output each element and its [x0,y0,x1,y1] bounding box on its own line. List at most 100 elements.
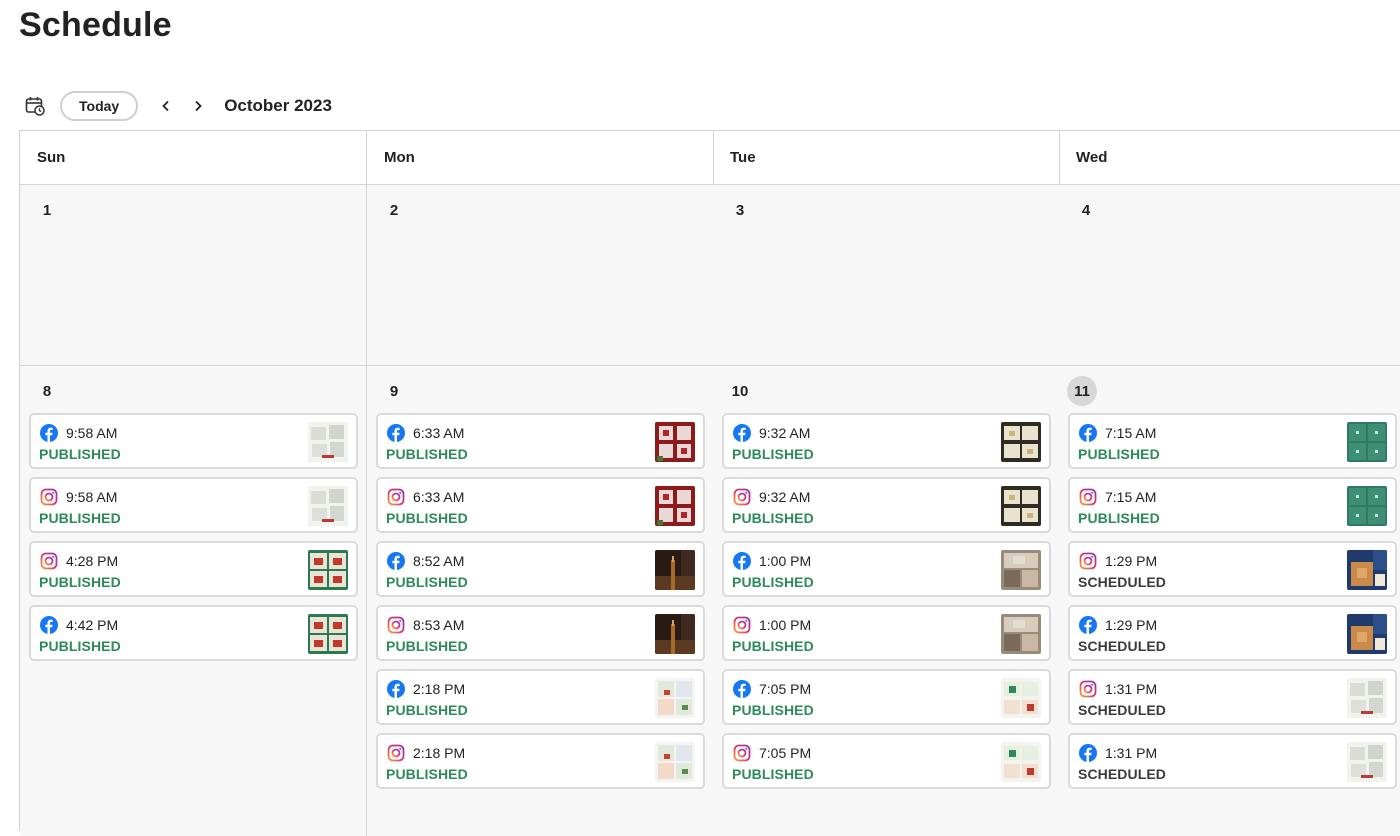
post-thumbnail [655,486,695,526]
post-thumbnail [655,422,695,462]
thumbnail-detail [1375,450,1378,453]
thumbnail-detail [1368,681,1383,695]
post-card[interactable]: 2:18 PM PUBLISHED [376,733,705,789]
weekday-header-wed: Wed [1059,131,1400,184]
thumbnail-detail [1356,450,1359,453]
post-time: 4:28 PM [66,553,119,569]
chevron-left-icon[interactable] [154,94,178,118]
post-thumbnail [655,550,695,590]
thumbnail-detail [663,494,669,500]
thumbnail-detail [676,745,692,761]
facebook-icon [40,616,58,634]
post-card[interactable]: 4:42 PM PUBLISHED [29,605,358,661]
day-cell[interactable]: 1 [20,185,367,365]
post-card[interactable]: 8:52 AM PUBLISHED [376,541,705,597]
day-number: 10 [731,382,749,400]
instagram-icon [387,744,405,762]
post-status: PUBLISHED [386,638,468,654]
thumbnail-detail [1022,426,1038,440]
post-card[interactable]: 1:00 PM PUBLISHED [722,541,1051,597]
thumbnail-detail [1009,750,1016,757]
day-cell[interactable]: 4 [1059,185,1400,365]
chevron-right-icon[interactable] [186,94,210,118]
post-thumbnail [655,678,695,718]
calendar-clock-icon[interactable] [24,95,46,117]
thumbnail-detail [1375,638,1385,650]
thumbnail-detail [322,519,334,522]
post-card[interactable]: 9:32 AM PUBLISHED [722,477,1051,533]
post-card[interactable]: 1:29 PM SCHEDULED [1068,605,1397,661]
post-status: PUBLISHED [732,638,814,654]
post-status: PUBLISHED [732,702,814,718]
thumbnail-detail [1373,550,1387,570]
post-card[interactable]: 8:53 AM PUBLISHED [376,605,705,661]
thumbnail-detail [682,769,688,774]
day-cell[interactable]: 2 [367,185,714,365]
post-card[interactable]: 9:58 AM PUBLISHED [29,413,358,469]
thumbnail-detail [677,426,691,440]
thumbnail-detail [681,550,695,576]
day-cell[interactable]: 11 7:15 AM PUBLISHED 7:15 AM PUBLISHED 1:29 P… [1059,366,1400,836]
post-card[interactable]: 1:31 PM SCHEDULED [1068,669,1397,725]
post-card[interactable]: 6:33 AM PUBLISHED [376,477,705,533]
day-cell[interactable]: 8 9:58 AM PUBLISHED 9:58 AM PUBLISHED 4:28 PM… [20,366,367,836]
thumbnail-detail [333,640,342,647]
thumbnail-detail [681,614,695,640]
post-status: PUBLISHED [732,446,814,462]
thumbnail-detail [1004,634,1020,651]
thumbnail-detail [1004,508,1020,522]
day-cell[interactable]: 10 9:32 AM PUBLISHED 9:32 AM PUBLISHED 1:00 P… [713,366,1060,836]
thumbnail-detail [1375,574,1385,586]
thumbnail-detail [677,490,691,504]
post-card[interactable]: 6:33 AM PUBLISHED [376,413,705,469]
thumbnail-detail [1027,704,1034,711]
thumbnail-detail [311,427,326,440]
post-card[interactable]: 2:18 PM PUBLISHED [376,669,705,725]
thumbnail-detail [672,556,674,562]
day-cell[interactable]: 9 6:33 AM PUBLISHED 6:33 AM PUBLISHED 8:52 AM… [367,366,714,836]
post-card[interactable]: 7:05 PM PUBLISHED [722,669,1051,725]
thumbnail-detail [1022,570,1038,587]
post-thumbnail [1001,422,1041,462]
post-card[interactable]: 1:29 PM SCHEDULED [1068,541,1397,597]
post-card[interactable]: 9:32 AM PUBLISHED [722,413,1051,469]
post-card[interactable]: 7:05 PM PUBLISHED [722,733,1051,789]
post-card[interactable]: 7:15 AM PUBLISHED [1068,477,1397,533]
post-card[interactable]: 1:31 PM SCHEDULED [1068,733,1397,789]
thumbnail-detail [329,425,344,439]
post-card[interactable]: 1:00 PM PUBLISHED [722,605,1051,661]
instagram-icon [733,616,751,634]
post-status: PUBLISHED [39,638,121,654]
post-thumbnail [308,550,348,590]
instagram-icon [1079,488,1097,506]
thumbnail-detail [1022,634,1038,651]
thumbnail-detail [1368,745,1383,759]
thumbnail-detail [1004,700,1020,714]
post-thumbnail [308,422,348,462]
thumbnail-detail [1350,747,1365,760]
thumbnail-detail [671,560,675,590]
post-card[interactable]: 4:28 PM PUBLISHED [29,541,358,597]
facebook-icon [1079,424,1097,442]
today-button[interactable]: Today [60,91,139,121]
post-card[interactable]: 9:58 AM PUBLISHED [29,477,358,533]
day-number: 9 [389,382,399,400]
post-thumbnail [655,742,695,782]
post-card[interactable]: 7:15 AM PUBLISHED [1068,413,1397,469]
post-status: PUBLISHED [39,574,121,590]
thumbnail-detail [1009,686,1016,693]
post-status: PUBLISHED [386,510,468,526]
thumbnail-detail [1009,431,1015,436]
thumbnail-detail [314,640,323,647]
instagram-icon [733,488,751,506]
post-thumbnail [655,614,695,654]
day-cell[interactable]: 3 [713,185,1060,365]
thumbnail-detail [1356,495,1359,498]
thumbnail-detail [1004,444,1020,458]
post-time: 2:18 PM [413,681,466,697]
weekday-header-sun: Sun [20,131,367,184]
post-status: PUBLISHED [732,510,814,526]
post-thumbnail [1001,742,1041,782]
thumbnail-detail [1356,514,1359,517]
post-status: SCHEDULED [1078,574,1167,590]
